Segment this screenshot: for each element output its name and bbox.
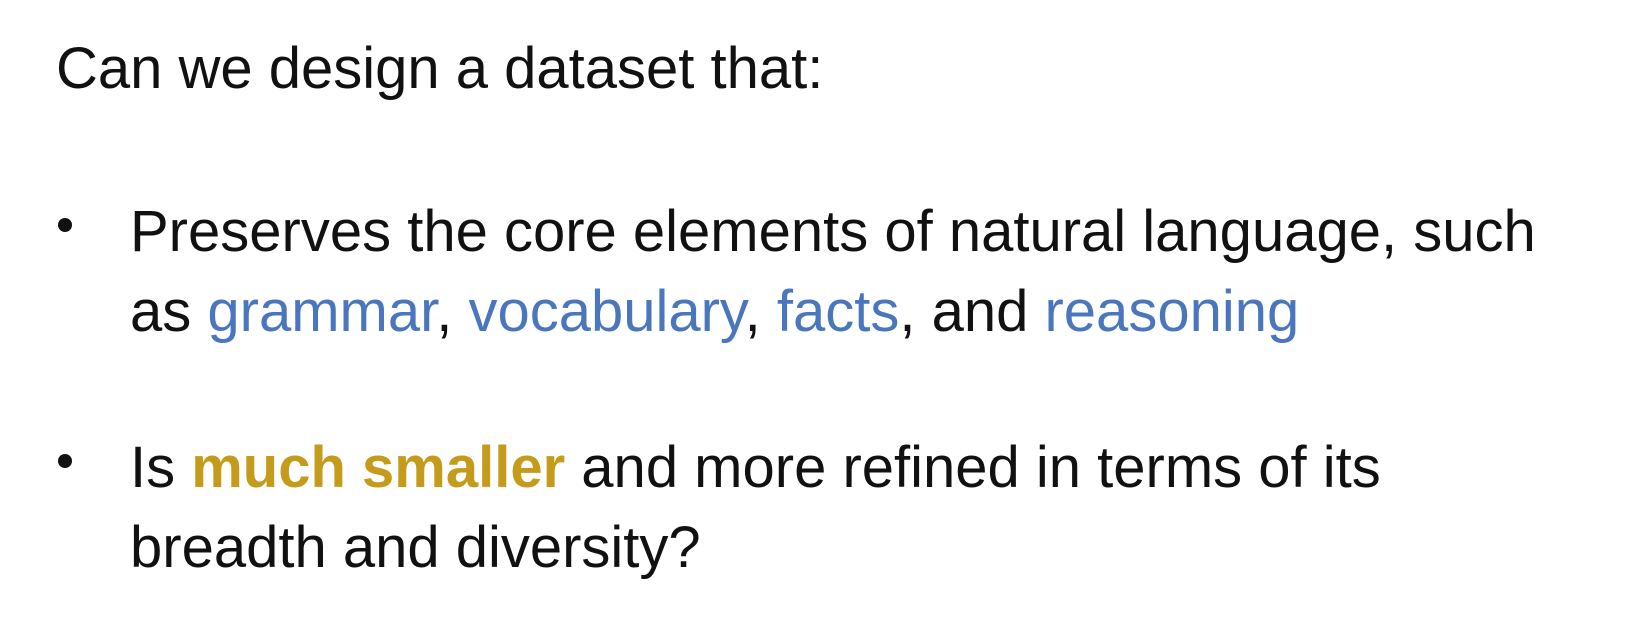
bullet-text: Preserves the core elements of natural l…	[130, 192, 1570, 352]
bullet-text: Is much smaller and more refined in term…	[130, 428, 1570, 588]
text-fragment: ,	[744, 279, 777, 344]
text-fragment: , and	[899, 279, 1045, 344]
text-fragment: and more refined in terms of its	[565, 435, 1381, 500]
text-fragment: as	[130, 279, 208, 344]
bullet-icon	[58, 454, 72, 468]
keyword-vocabulary: vocabulary	[468, 279, 745, 344]
keyword-reasoning: reasoning	[1044, 279, 1300, 344]
keyword-facts: facts	[776, 279, 900, 344]
slide-title: Can we design a dataset that:	[56, 36, 824, 101]
text-fragment: ,	[436, 279, 469, 344]
bullet-icon	[58, 218, 72, 232]
bullet-line: Is much smaller and more refined in term…	[130, 428, 1570, 508]
slide: Can we design a dataset that: Preserves …	[0, 0, 1642, 624]
bullet-line: as grammar, vocabulary, facts, and reaso…	[130, 272, 1570, 352]
text-fragment: Is	[130, 435, 192, 500]
bullet-line: breadth and diversity?	[130, 515, 701, 580]
bullet-line: Preserves the core elements of natural l…	[130, 199, 1536, 264]
keyword-grammar: grammar	[207, 279, 437, 344]
keyword-much-smaller: much smaller	[191, 435, 566, 500]
